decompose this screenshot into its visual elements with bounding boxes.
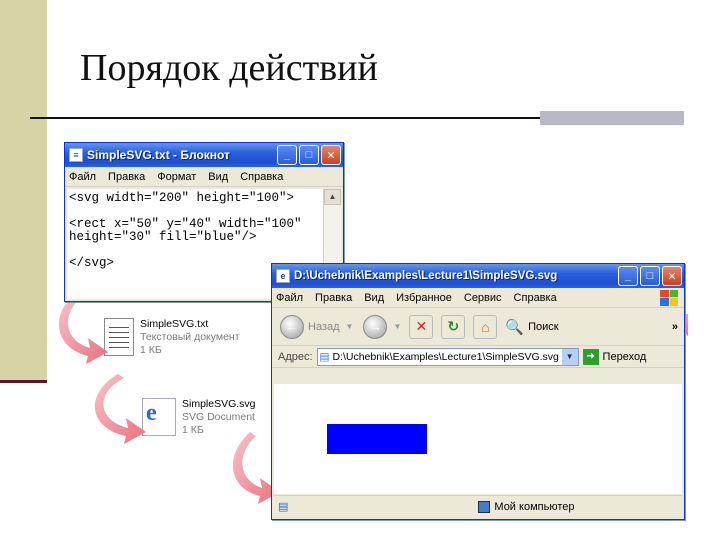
window-title: SimpleSVG.txt - Блокнот [87, 148, 230, 162]
notepad-icon: ≡ [69, 148, 83, 162]
back-dropdown-icon[interactable]: ▼ [346, 322, 354, 331]
browser-viewport [274, 384, 682, 494]
refresh-icon[interactable]: ↻ [441, 314, 466, 339]
back-arrow-icon[interactable]: ← [280, 314, 304, 339]
go-arrow-icon[interactable]: ➜ [582, 348, 599, 365]
menu-help[interactable]: Справка [514, 292, 557, 304]
minimize-button[interactable]: _ [618, 266, 638, 286]
browser-toolbar: ← Назад ▼ → ▼ ✕ ↻ ⌂ 🔍 Поиск » [272, 308, 684, 346]
home-icon[interactable]: ⌂ [473, 314, 498, 339]
page-icon: ▤ [319, 350, 330, 363]
close-button[interactable]: ✕ [321, 145, 341, 165]
scroll-up-icon[interactable]: ▲ [324, 189, 341, 205]
forward-dropdown-icon[interactable]: ▼ [393, 322, 401, 331]
back-button-label[interactable]: Назад [308, 321, 340, 333]
address-value: D:\Uchebnik\Examples\Lecture1\SimpleSVG.… [332, 350, 559, 363]
ie-icon: e [276, 269, 290, 283]
address-bar: Адрес: ▤ D:\Uchebnik\Examples\Lecture1\S… [272, 346, 684, 368]
windows-logo-icon [660, 289, 678, 306]
search-button-label[interactable]: Поиск [528, 321, 558, 333]
stop-icon[interactable]: ✕ [409, 314, 434, 339]
maximize-button[interactable]: □ [640, 266, 660, 286]
menu-file[interactable]: Файл [69, 171, 96, 183]
browser-titlebar[interactable]: e D:\Uchebnik\Examples\Lecture1\SimpleSV… [272, 264, 684, 288]
menu-view[interactable]: Вид [208, 171, 228, 183]
address-dropdown-icon[interactable]: ▼ [561, 348, 578, 365]
address-label: Адрес: [278, 350, 313, 363]
search-icon[interactable]: 🔍 [505, 318, 524, 336]
address-input[interactable]: ▤ D:\Uchebnik\Examples\Lecture1\SimpleSV… [316, 347, 579, 366]
minimize-button[interactable]: _ [277, 145, 297, 165]
status-bar: ▤ Мой компьютер [274, 495, 682, 517]
close-button[interactable]: ✕ [662, 266, 682, 286]
status-page-icon: ▤ [278, 501, 289, 513]
status-zone: Мой компьютер [494, 500, 575, 513]
my-computer-icon [478, 500, 491, 513]
menu-help[interactable]: Справка [240, 171, 283, 183]
window-title: D:\Uchebnik\Examples\Lecture1\SimpleSVG.… [294, 270, 558, 282]
svg-blue-rectangle [327, 424, 427, 454]
menu-file[interactable]: Файл [276, 292, 303, 304]
toolbar-overflow-chevron[interactable]: » [672, 321, 678, 333]
menu-format[interactable]: Формат [157, 171, 196, 183]
maximize-button[interactable]: □ [299, 145, 319, 165]
menu-edit[interactable]: Правка [315, 292, 352, 304]
menu-favorites[interactable]: Избранное [396, 292, 452, 304]
menu-edit[interactable]: Правка [108, 171, 145, 183]
browser-window[interactable]: e D:\Uchebnik\Examples\Lecture1\SimpleSV… [271, 263, 685, 520]
go-button-label[interactable]: Переход [603, 351, 647, 363]
notepad-titlebar[interactable]: ≡ SimpleSVG.txt - Блокнот _ □ ✕ [65, 143, 343, 167]
menu-view[interactable]: Вид [364, 292, 384, 304]
menu-tools[interactable]: Сервис [464, 292, 502, 304]
browser-menubar: Файл Правка Вид Избранное Сервис Справка [272, 288, 684, 308]
forward-arrow-icon[interactable]: → [363, 314, 388, 339]
notepad-menubar: Файл Правка Формат Вид Справка [65, 167, 343, 187]
arrow-txt-to-svg [94, 374, 146, 444]
